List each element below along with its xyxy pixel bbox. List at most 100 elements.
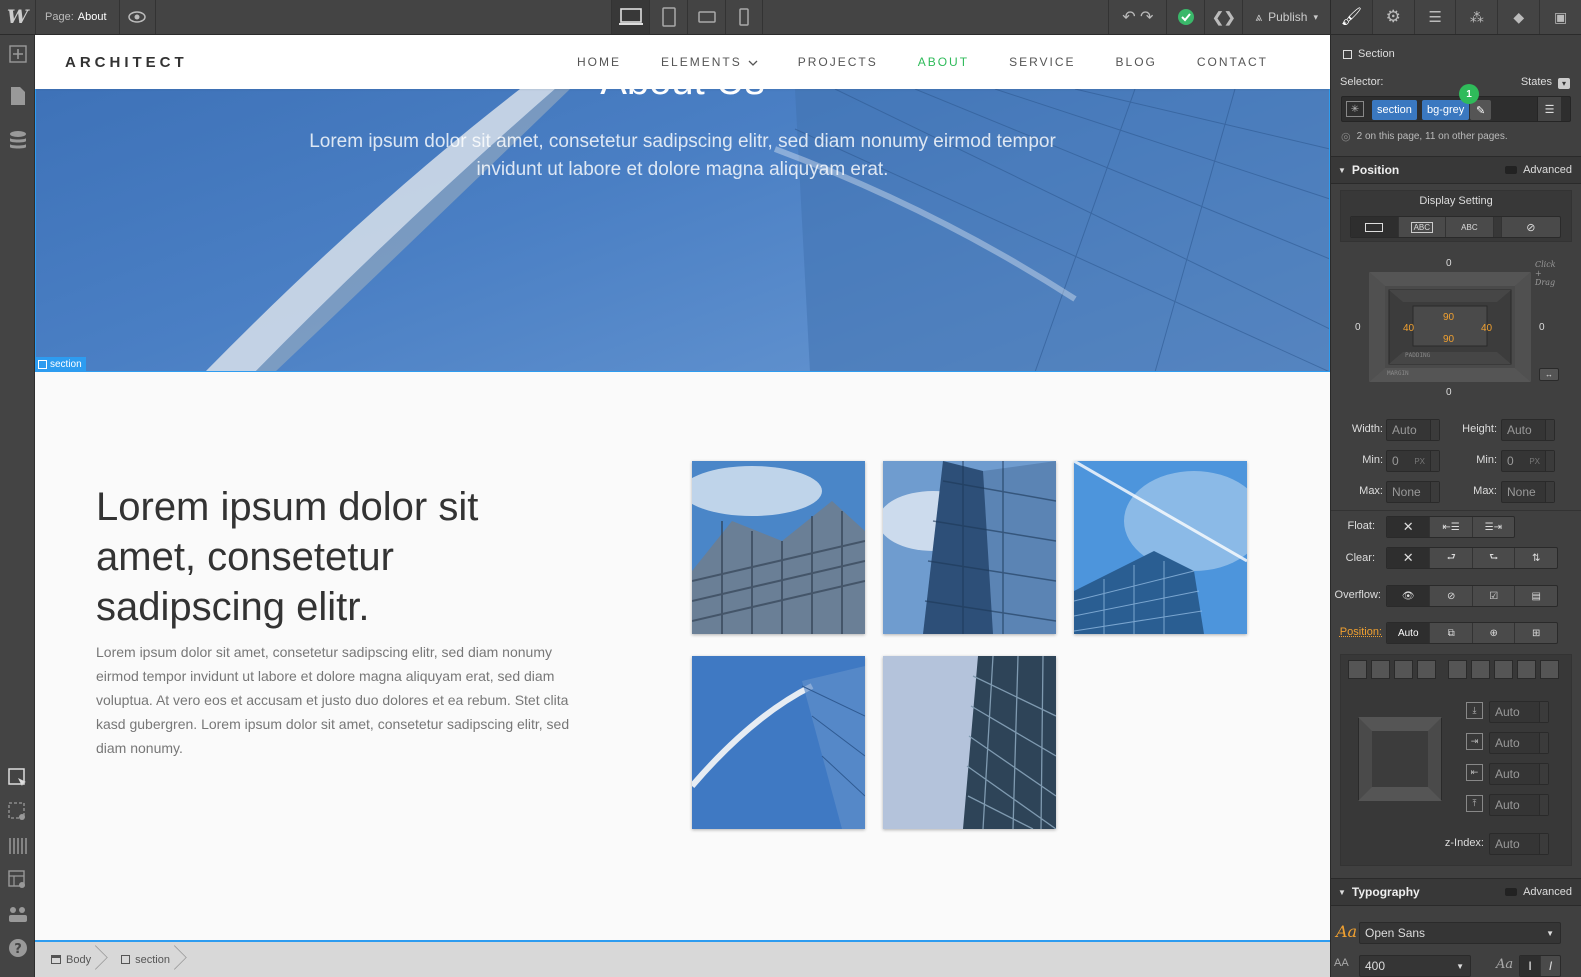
grid-overlay-icon[interactable] xyxy=(0,829,35,863)
preset-top-left-icon[interactable] xyxy=(1348,660,1367,679)
content-section[interactable]: Lorem ipsum dolor sit amet, consetetur s… xyxy=(35,372,1330,940)
preset-top-icon[interactable] xyxy=(1517,660,1536,679)
padding-top-value[interactable]: 90 xyxy=(1443,312,1454,323)
clear-none-icon[interactable]: ✕ xyxy=(1387,548,1430,568)
offset-right-input[interactable]: Auto xyxy=(1489,763,1549,785)
padding-bottom-value[interactable]: 90 xyxy=(1443,334,1454,345)
margin-top-value[interactable]: 0 xyxy=(1446,258,1452,269)
position-auto-button[interactable]: Auto xyxy=(1387,623,1430,643)
menu-item-home[interactable]: HOME xyxy=(577,55,621,69)
preset-full-icon[interactable] xyxy=(1540,660,1559,679)
preset-left-icon[interactable] xyxy=(1448,660,1467,679)
selector-chip-bg-grey[interactable]: bg-grey xyxy=(1422,100,1470,120)
preset-top-right-icon[interactable] xyxy=(1371,660,1390,679)
padding-left-value[interactable]: 40 xyxy=(1403,323,1414,334)
float-none-icon[interactable]: ✕ xyxy=(1387,517,1430,537)
position-relative-icon[interactable]: ⧉ xyxy=(1429,623,1472,643)
margin-bottom-value[interactable]: 0 xyxy=(1446,387,1452,398)
clear-right-icon[interactable]: ⮑ xyxy=(1471,548,1515,568)
padding-right-value[interactable]: 40 xyxy=(1481,323,1492,334)
desktop-view-icon[interactable] xyxy=(611,0,650,34)
menu-item-service[interactable]: SERVICE xyxy=(1009,55,1075,69)
position-absolute-icon[interactable]: ⊕ xyxy=(1471,623,1515,643)
add-element-icon[interactable] xyxy=(0,37,35,71)
states-label[interactable]: States xyxy=(1521,76,1552,88)
font-weight-select[interactable]: 400 ▼ xyxy=(1359,955,1471,977)
advanced-toggle[interactable]: Advanced xyxy=(1505,886,1572,898)
overflow-visible-icon[interactable]: 👁︎ xyxy=(1387,586,1430,606)
advanced-toggle[interactable]: Advanced xyxy=(1505,164,1572,176)
design-canvas[interactable]: ARCHITECT HOME ELEMENTS PROJECTS ABOUT S… xyxy=(35,35,1330,940)
pages-icon[interactable] xyxy=(0,79,35,113)
cms-database-icon[interactable] xyxy=(0,123,35,157)
preset-bottom-left-icon[interactable] xyxy=(1394,660,1413,679)
position-fixed-icon[interactable]: ⊞ xyxy=(1514,623,1557,643)
display-inline-icon[interactable]: ABC xyxy=(1445,217,1493,237)
navigator-icon[interactable]: ☰ xyxy=(1413,0,1456,34)
menu-item-projects[interactable]: PROJECTS xyxy=(798,55,878,69)
tablet-view-icon[interactable] xyxy=(649,0,687,34)
breadcrumb-item-section[interactable]: section xyxy=(105,942,184,977)
preset-bottom-icon[interactable] xyxy=(1494,660,1513,679)
menu-item-about[interactable]: ABOUT xyxy=(918,55,969,69)
gallery-image[interactable] xyxy=(692,461,865,634)
clear-both-icon[interactable]: ⇅ xyxy=(1514,548,1557,568)
style-brush-icon[interactable]: 🖌︎ xyxy=(1331,0,1372,34)
overflow-hidden-icon[interactable]: ⊘ xyxy=(1429,586,1472,606)
overflow-auto-icon[interactable]: ▤ xyxy=(1514,586,1557,606)
breadcrumb-item-body[interactable]: Body xyxy=(35,942,105,977)
site-brand[interactable]: ARCHITECT xyxy=(65,54,188,71)
clear-left-icon[interactable]: ⮐ xyxy=(1429,548,1472,568)
gallery-image[interactable] xyxy=(883,656,1056,829)
box-model-editor[interactable]: 0 0 0 0 90 90 40 40 PADDING MARGIN xyxy=(1355,258,1545,398)
min-height-input[interactable]: 0 PX xyxy=(1501,450,1555,472)
code-icon[interactable]: ❮❯ xyxy=(1204,0,1242,34)
mobile-portrait-icon[interactable] xyxy=(725,0,764,34)
preview-selection-icon[interactable] xyxy=(0,795,35,829)
gallery-image[interactable] xyxy=(883,461,1056,634)
mobile-landscape-icon[interactable] xyxy=(687,0,725,34)
symbols-box-icon[interactable]: ◆ xyxy=(1497,0,1539,34)
expand-spacing-icon[interactable]: ↔ xyxy=(1539,368,1559,381)
assets-images-icon[interactable]: ▣ xyxy=(1539,0,1581,34)
offset-bottom-input[interactable]: Auto xyxy=(1489,794,1549,816)
selector-chip-section[interactable]: section xyxy=(1372,100,1417,120)
display-none-icon[interactable]: ⊘ xyxy=(1500,217,1560,237)
menu-item-blog[interactable]: BLOG xyxy=(1116,55,1157,69)
font-family-select[interactable]: Open Sans ▼ xyxy=(1359,922,1561,944)
position-section-header[interactable]: ▼ Position Advanced xyxy=(1331,156,1581,184)
select-cursor-icon[interactable] xyxy=(0,761,35,795)
offset-left-input[interactable]: Auto xyxy=(1489,732,1549,754)
margin-right-value[interactable]: 0 xyxy=(1539,322,1545,333)
publish-button[interactable]: ⩓ Publish ▾ xyxy=(1242,0,1330,34)
margin-left-value[interactable]: 0 xyxy=(1355,322,1361,333)
menu-item-contact[interactable]: CONTACT xyxy=(1197,55,1268,69)
x-ray-view-icon[interactable] xyxy=(0,863,35,897)
float-right-icon[interactable]: ☰⇥ xyxy=(1471,517,1514,537)
settings-gear-icon[interactable]: ⚙︎ xyxy=(1371,0,1414,34)
preset-bottom-right-icon[interactable] xyxy=(1417,660,1436,679)
menu-item-elements[interactable]: ELEMENTS xyxy=(661,55,758,69)
float-left-icon[interactable]: ⇤☰ xyxy=(1429,517,1471,537)
hero-section[interactable]: About Us Lorem ipsum dolor sit amet, con… xyxy=(35,89,1330,372)
display-inline-block-icon[interactable]: ABC xyxy=(1397,217,1446,237)
offset-top-input[interactable]: Auto xyxy=(1489,701,1549,723)
font-italic-icon[interactable]: I xyxy=(1539,956,1560,976)
min-width-input[interactable]: 0 PX xyxy=(1386,450,1440,472)
selector-menu-icon[interactable]: ☰ xyxy=(1537,97,1561,121)
overflow-scroll-icon[interactable]: ☑ xyxy=(1471,586,1515,606)
status-check-icon[interactable] xyxy=(1166,0,1204,34)
zindex-input[interactable]: Auto xyxy=(1489,833,1549,855)
height-input[interactable]: Auto xyxy=(1501,419,1555,441)
preset-right-icon[interactable] xyxy=(1471,660,1490,679)
gallery-image[interactable] xyxy=(1074,461,1247,634)
typography-section-header[interactable]: ▼ Typography Advanced xyxy=(1331,878,1581,906)
font-normal-icon[interactable]: I xyxy=(1520,956,1540,976)
max-width-input[interactable]: None xyxy=(1386,481,1440,503)
display-block-icon[interactable] xyxy=(1351,217,1398,237)
gallery-image[interactable] xyxy=(692,656,865,829)
preview-eye-icon[interactable] xyxy=(120,0,156,34)
interactions-icon[interactable] xyxy=(0,897,35,931)
states-dropdown-icon[interactable]: ▾ xyxy=(1558,78,1570,89)
help-icon[interactable]: ? xyxy=(0,931,35,965)
